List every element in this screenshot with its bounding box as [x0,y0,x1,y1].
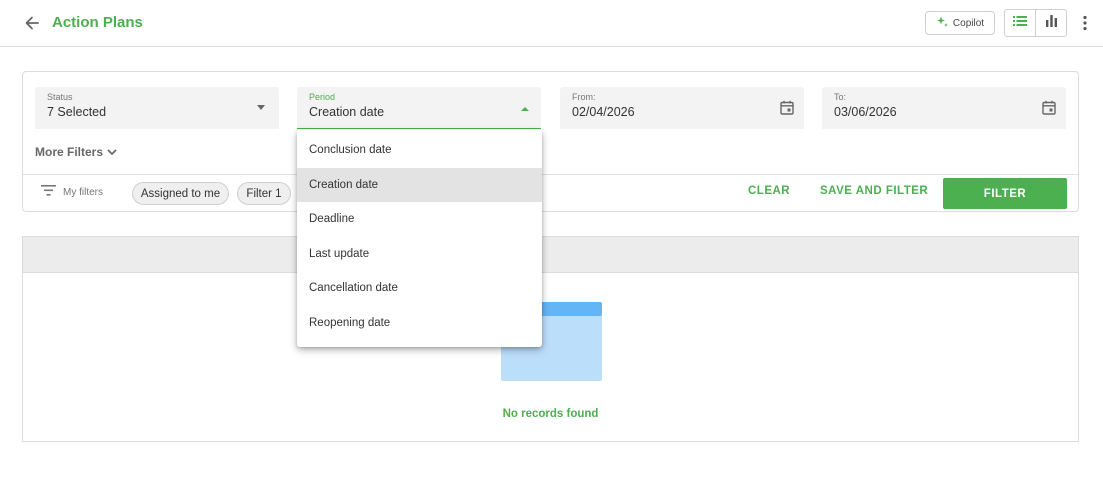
filter-panel: Status 7 Selected Period Creation date F… [22,71,1079,212]
period-option-creation-date[interactable]: Creation date [297,167,542,202]
period-dropdown-menu: Conclusion date Creation date Deadline L… [297,130,542,347]
clear-button[interactable]: CLEAR [748,185,790,197]
sparkle-icon [936,15,949,31]
to-date-field[interactable]: To: 03/06/2026 [822,87,1066,129]
from-value: 02/04/2026 [572,105,635,119]
chevron-down-icon [107,145,117,159]
filter-lines-icon [41,185,56,199]
view-toggle-group [1004,9,1067,37]
my-filters-label: My filters [63,186,103,198]
calendar-icon[interactable] [1042,100,1056,115]
period-option-conclusion-date[interactable]: Conclusion date [297,133,542,168]
period-option-reopening-date[interactable]: Reopening date [297,306,542,341]
back-arrow-icon[interactable] [22,13,42,33]
my-filters-button[interactable]: My filters [41,185,103,199]
list-icon [1013,14,1028,32]
results-panel: No records found [22,236,1079,442]
from-date-field[interactable]: From: 02/04/2026 [560,87,804,129]
period-option-deadline[interactable]: Deadline [297,202,542,237]
page-title: Action Plans [52,14,143,31]
save-and-filter-button[interactable]: SAVE AND FILTER [820,185,928,197]
more-filters-label: More Filters [35,145,104,159]
results-header [23,237,1078,273]
status-select[interactable]: Status 7 Selected [35,87,279,129]
to-label: To: [834,92,847,102]
list-view-button[interactable] [1005,10,1035,36]
bar-chart-icon [1045,14,1058,32]
filter-button[interactable]: FILTER [943,178,1067,209]
divider [23,174,1078,175]
no-records-message: No records found [502,408,599,420]
more-filters-toggle[interactable]: More Filters [35,145,117,159]
from-label: From: [572,92,596,102]
period-value: Creation date [309,105,385,119]
more-options-icon[interactable] [1076,12,1094,34]
copilot-button[interactable]: Copilot [925,11,995,35]
period-label: Period [309,92,336,102]
caret-down-icon [257,105,265,110]
filter-chip-filter-1[interactable]: Filter 1 [237,182,291,205]
status-label: Status [47,92,73,102]
to-value: 03/06/2026 [834,105,897,119]
period-select[interactable]: Period Creation date [297,87,541,129]
app-header: Action Plans Copilot [0,0,1103,47]
period-option-cancellation-date[interactable]: Cancellation date [297,271,542,306]
copilot-label: Copilot [952,17,985,29]
status-value: 7 Selected [47,105,107,119]
chart-view-button[interactable] [1035,10,1066,36]
calendar-icon[interactable] [780,100,794,115]
caret-up-icon [521,107,529,111]
period-option-last-update[interactable]: Last update [297,237,542,272]
filter-chip-assigned-to-me[interactable]: Assigned to me [132,182,229,205]
